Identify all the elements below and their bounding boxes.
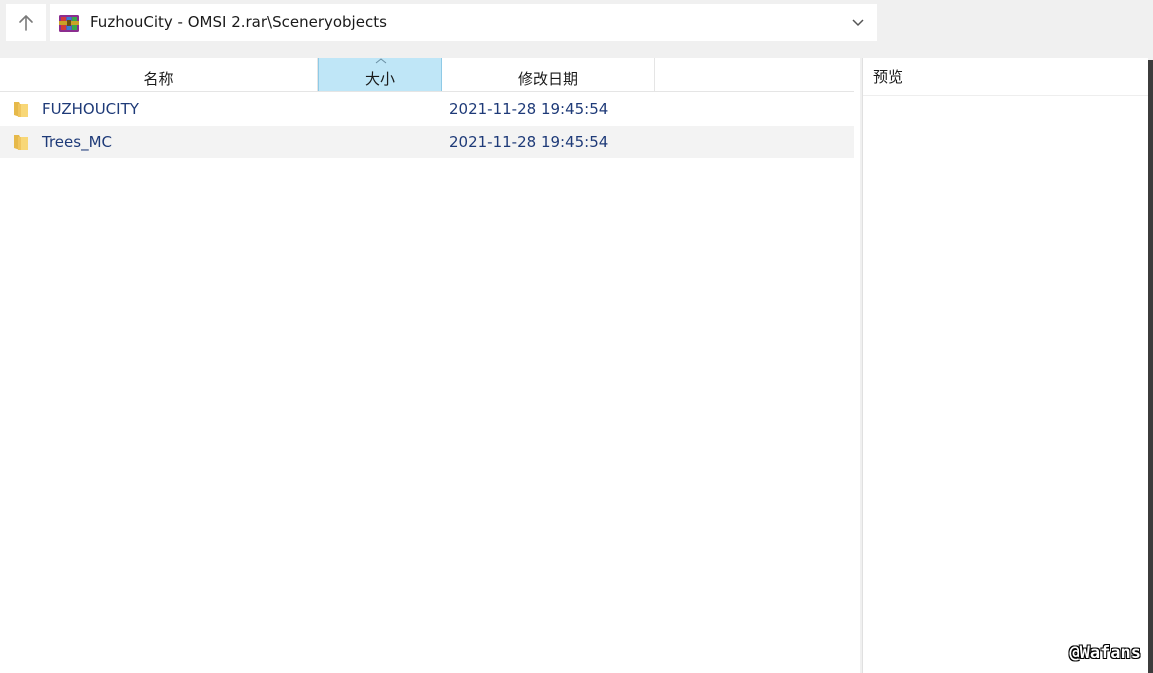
column-header-date[interactable]: 修改日期 bbox=[442, 58, 655, 91]
preview-pane: 预览 bbox=[862, 58, 1149, 673]
arrow-up-icon bbox=[19, 14, 33, 31]
window-edge-top bbox=[1148, 0, 1153, 60]
chevron-down-icon[interactable] bbox=[851, 16, 865, 30]
folder-icon bbox=[14, 135, 28, 150]
list-item[interactable]: FUZHOUCITY 2021-11-28 19:45:54 bbox=[0, 93, 854, 125]
sort-ascending-icon bbox=[375, 58, 387, 64]
address-toolbar: FuzhouCity - OMSI 2.rar\Sceneryobjects bbox=[0, 0, 1153, 48]
window-edge bbox=[1148, 0, 1153, 673]
column-header-size[interactable]: 大小 bbox=[318, 58, 442, 91]
column-header-size-label: 大小 bbox=[364, 70, 395, 88]
item-name: Trees_MC bbox=[42, 133, 112, 151]
divider bbox=[863, 95, 1149, 96]
list-item[interactable]: Trees_MC 2021-11-28 19:45:54 bbox=[0, 126, 854, 158]
preview-title: 预览 bbox=[873, 68, 904, 86]
item-date: 2021-11-28 19:45:54 bbox=[449, 100, 609, 118]
column-header-bar: 名称 大小 修改日期 bbox=[0, 58, 854, 92]
watermark: @Wafans bbox=[1069, 643, 1141, 663]
folder-icon bbox=[14, 102, 28, 117]
up-button[interactable] bbox=[6, 4, 46, 41]
column-header-name[interactable]: 名称 bbox=[0, 58, 318, 91]
address-bar[interactable]: FuzhouCity - OMSI 2.rar\Sceneryobjects bbox=[50, 4, 877, 41]
item-date: 2021-11-28 19:45:54 bbox=[449, 133, 609, 151]
winrar-archive-icon bbox=[59, 15, 79, 32]
address-path: FuzhouCity - OMSI 2.rar\Sceneryobjects bbox=[90, 13, 387, 31]
file-list: 名称 大小 修改日期 FUZHOUCITY 2021-11-28 19:45:5… bbox=[0, 58, 860, 673]
item-name: FUZHOUCITY bbox=[42, 100, 139, 118]
